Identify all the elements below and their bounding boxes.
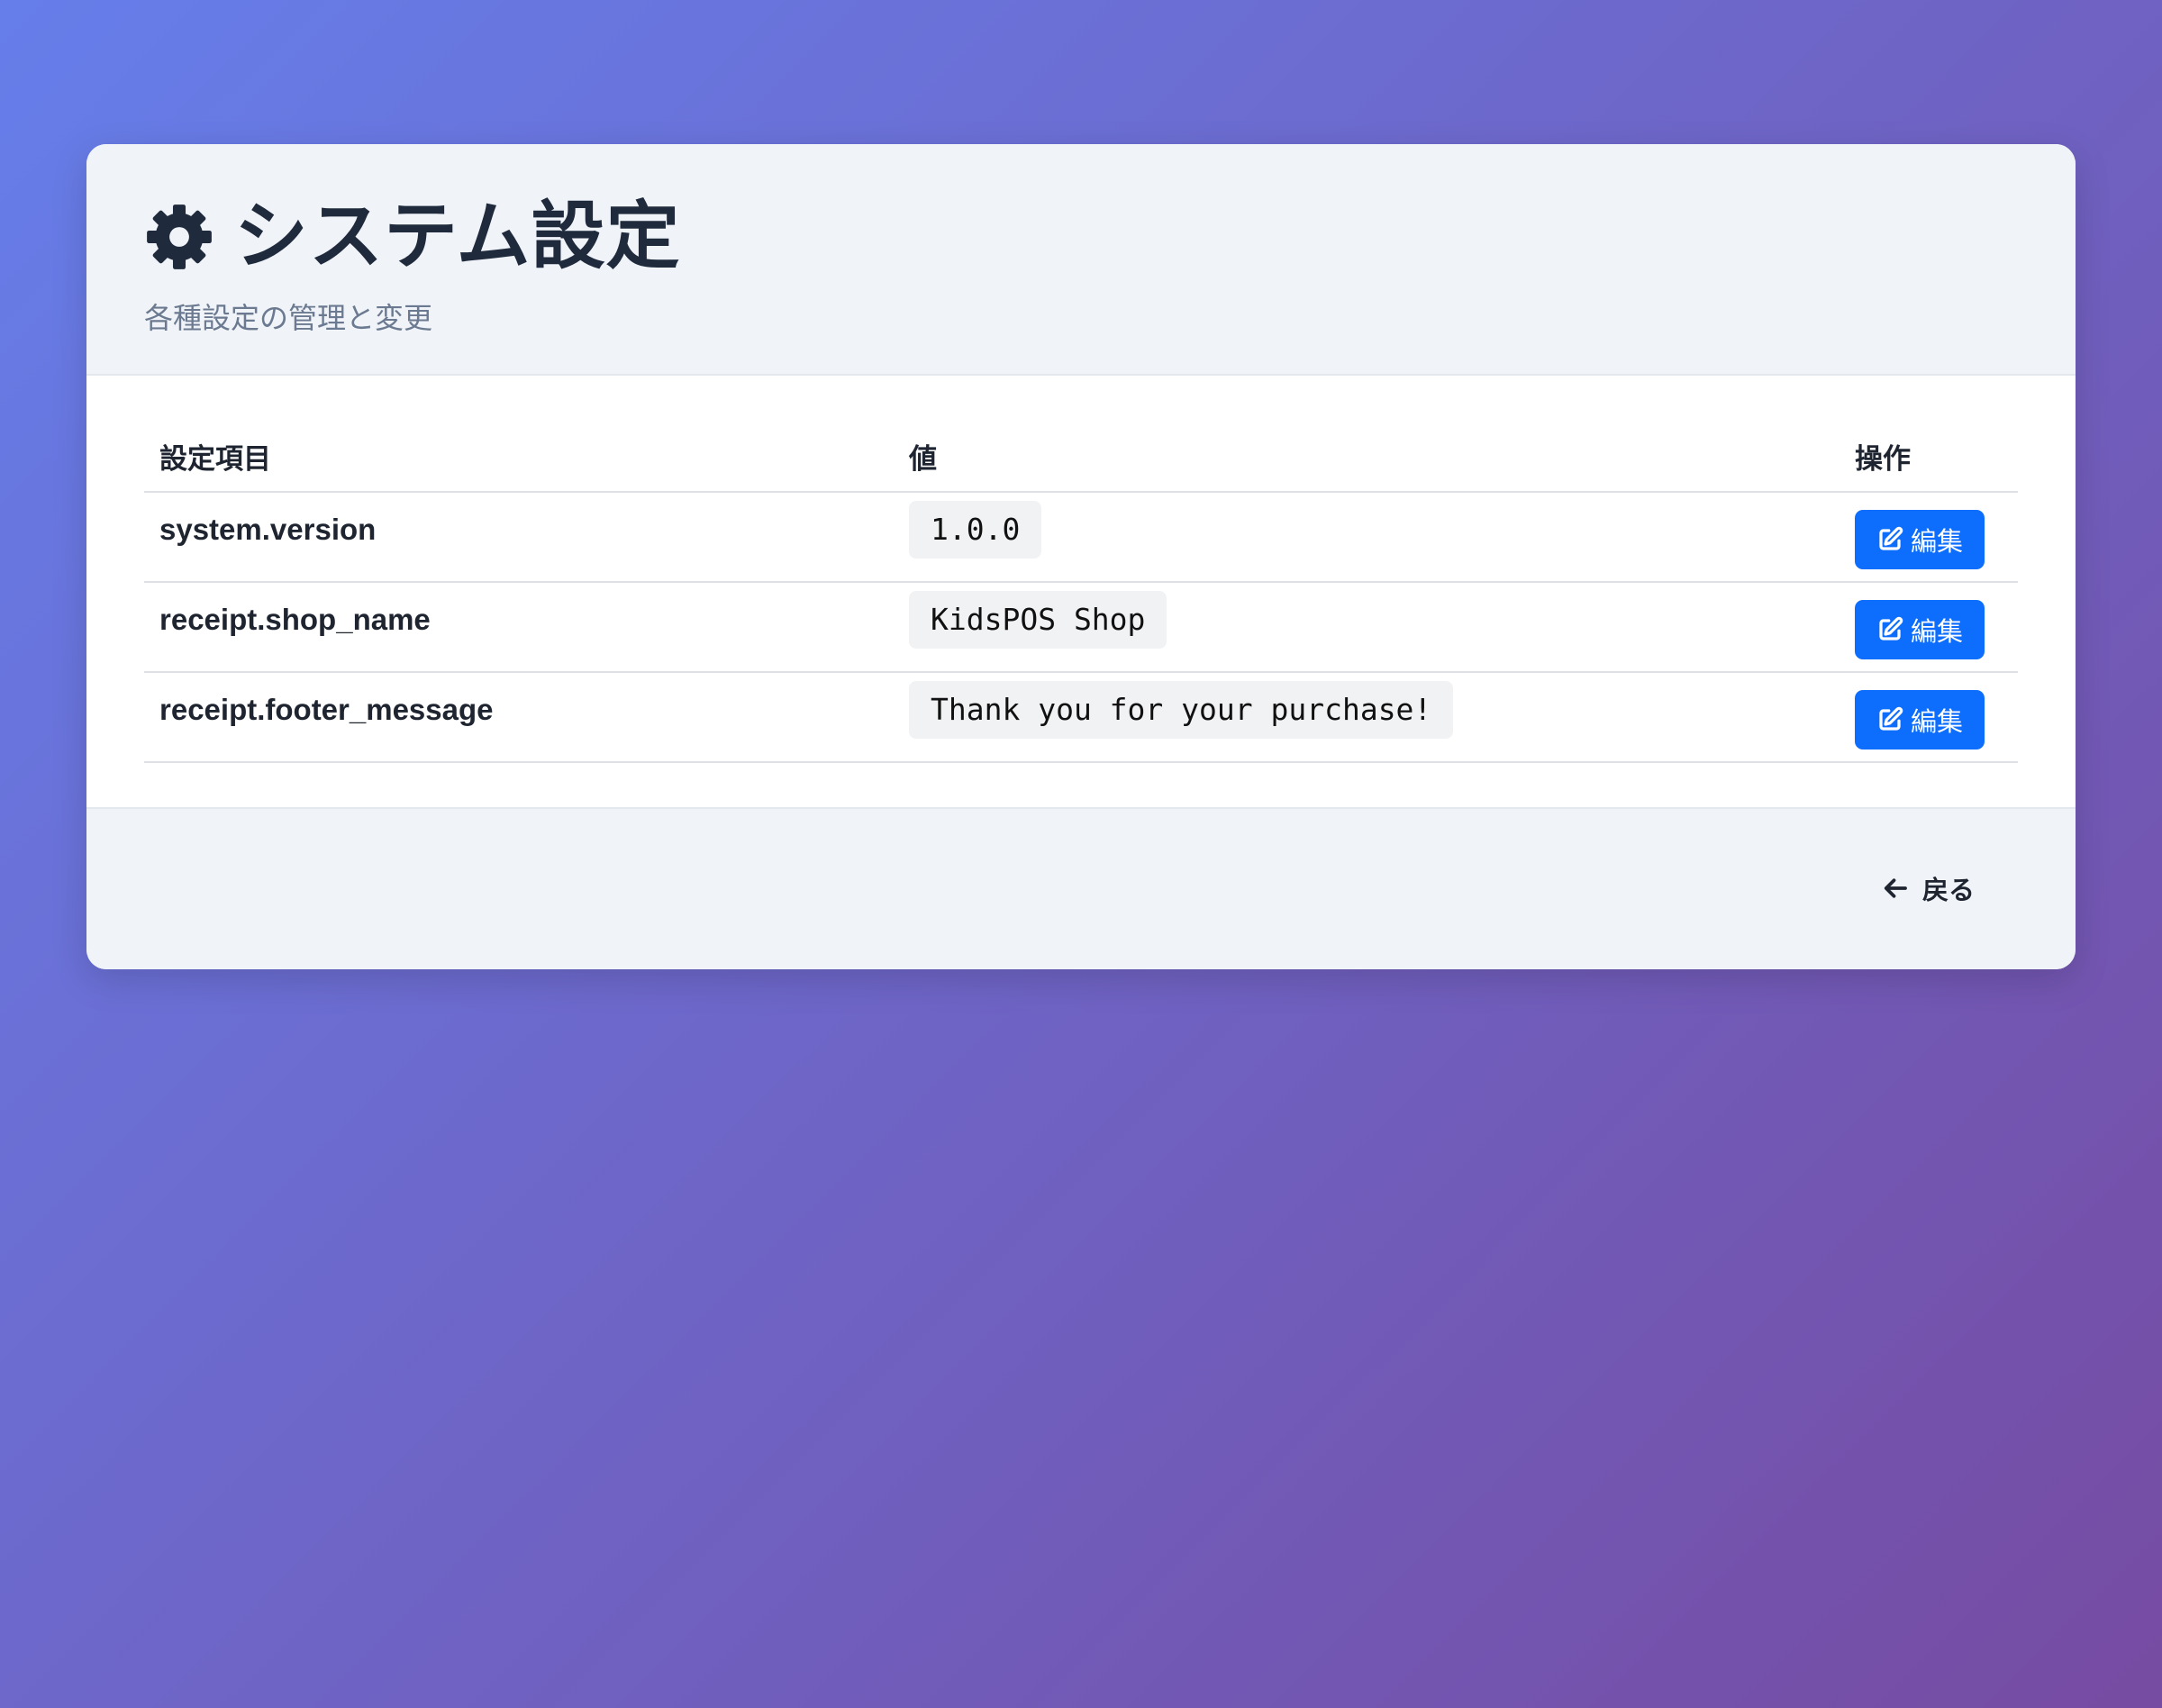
card-header: システム設定 各種設定の管理と変更 xyxy=(86,144,2076,376)
setting-key-cell: receipt.footer_message xyxy=(144,672,894,763)
setting-value-cell: KidsPOS Shop xyxy=(894,582,1840,673)
setting-value: 1.0.0 xyxy=(909,501,1042,559)
setting-actions-cell: 編集 xyxy=(1840,582,2018,673)
table-row: receipt.shop_name KidsPOS Shop 編集 xyxy=(144,582,2018,673)
table-header-row: 設定項目 値 操作 xyxy=(144,421,2018,493)
setting-actions-cell: 編集 xyxy=(1840,492,2018,583)
setting-actions-cell: 編集 xyxy=(1840,672,2018,763)
setting-key: system.version xyxy=(159,513,377,546)
gear-icon xyxy=(147,204,212,269)
table-row: receipt.footer_message Thank you for you… xyxy=(144,672,2018,763)
column-header-key: 設定項目 xyxy=(144,421,894,493)
back-button-label: 戻る xyxy=(1921,877,1975,905)
column-header-value: 値 xyxy=(894,421,1840,493)
card-body: 設定項目 値 操作 system.version 1.0.0 編集 receip… xyxy=(86,376,2076,813)
column-header-actions: 操作 xyxy=(1840,421,2018,493)
edit-button[interactable]: 編集 xyxy=(1855,600,1985,659)
setting-value-cell: Thank you for your purchase! xyxy=(894,672,1840,763)
edit-icon xyxy=(1879,706,1903,731)
table-row: system.version 1.0.0 編集 xyxy=(144,492,2018,583)
setting-key-cell: receipt.shop_name xyxy=(144,582,894,673)
settings-table: 設定項目 値 操作 system.version 1.0.0 編集 receip… xyxy=(144,421,2018,763)
edit-button-label: 編集 xyxy=(1911,708,1964,737)
setting-key: receipt.footer_message xyxy=(159,693,494,726)
edit-button[interactable]: 編集 xyxy=(1855,510,1985,569)
setting-value: KidsPOS Shop xyxy=(909,591,1167,649)
page-subtitle: 各種設定の管理と変更 xyxy=(144,302,433,334)
edit-icon xyxy=(1879,526,1903,550)
setting-value: Thank you for your purchase! xyxy=(909,681,1454,739)
edit-button-label: 編集 xyxy=(1911,528,1964,557)
title-row: システム設定 xyxy=(144,187,2018,286)
setting-value-cell: 1.0.0 xyxy=(894,492,1840,583)
setting-key: receipt.shop_name xyxy=(159,603,431,636)
setting-key-cell: system.version xyxy=(144,492,894,583)
card-footer: 戻る xyxy=(86,807,2076,969)
edit-button-label: 編集 xyxy=(1911,618,1964,647)
settings-card: システム設定 各種設定の管理と変更 設定項目 値 操作 system.versi… xyxy=(86,144,2076,969)
edit-button[interactable]: 編集 xyxy=(1855,690,1985,750)
page-title: システム設定 xyxy=(234,195,681,277)
arrow-left-icon xyxy=(1884,878,1907,898)
edit-icon xyxy=(1879,616,1903,640)
back-button[interactable]: 戻る xyxy=(1883,869,1975,907)
